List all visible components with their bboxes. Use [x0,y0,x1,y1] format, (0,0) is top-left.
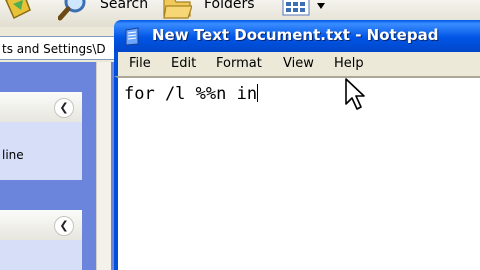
menu-file[interactable]: File [129,56,151,71]
address-text: ts and Settings\D [2,42,106,56]
notepad-titlebar[interactable]: New Text Document.txt - Notepad [114,20,480,52]
explorer-scrollbar[interactable] [96,62,111,270]
collapse-icon[interactable]: ❮ [54,98,74,118]
menu-edit[interactable]: Edit [171,56,196,71]
text-editor[interactable]: for /l %%n in [114,76,480,270]
views-icon[interactable] [282,0,310,16]
task-group-header-2[interactable]: ❮ [0,210,82,240]
collapse-icon[interactable]: ❮ [54,216,74,236]
mouse-cursor-icon [345,78,365,110]
notepad-window: New Text Document.txt - Notepad File Edi… [114,20,480,270]
menu-bar: File Edit Format View Help [114,52,480,76]
editor-content: for /l %%n in [124,84,258,104]
address-bar[interactable]: ts and Settings\D [0,36,118,60]
task-link[interactable]: line [2,148,24,162]
search-button[interactable]: Search [100,0,148,12]
menu-format[interactable]: Format [216,56,262,71]
task-group-body-2 [0,240,82,270]
text-caret [257,84,259,102]
back-arrow-icon[interactable] [4,0,34,22]
chevron-down-icon[interactable] [316,2,326,10]
folders-button[interactable]: Folders [204,0,255,12]
task-group-body: line [0,122,82,180]
search-icon[interactable] [58,0,88,22]
task-group-header[interactable]: ❮ [0,92,82,122]
window-title: New Text Document.txt - Notepad [152,26,439,44]
menu-help[interactable]: Help [334,56,364,71]
menu-view[interactable]: View [283,56,314,71]
notepad-icon[interactable] [124,27,140,46]
folders-icon[interactable] [162,0,192,22]
